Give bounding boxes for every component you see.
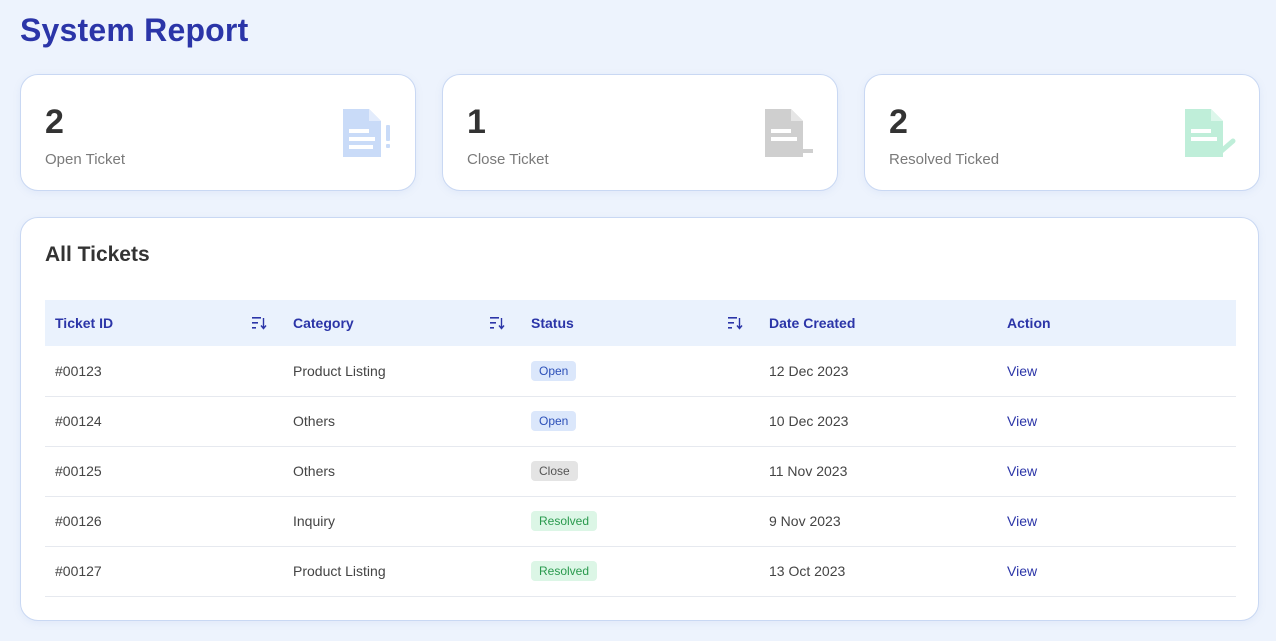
all-tickets-title: All Tickets xyxy=(45,243,150,266)
table-row: #00125 Others Close 11 Nov 2023 View xyxy=(45,446,1236,496)
close-ticket-label: Close Ticket xyxy=(467,151,549,168)
resolved-ticket-card: 2 Resolved Ticked xyxy=(864,74,1260,191)
column-label: Ticket ID xyxy=(55,315,114,331)
ticket-date: 11 Nov 2023 xyxy=(769,463,848,479)
ticket-id: #00127 xyxy=(55,563,102,579)
ticket-id: #00123 xyxy=(55,362,102,379)
ticket-category: Product Listing xyxy=(293,362,386,379)
column-label: Status xyxy=(531,315,574,331)
status-badge: Resolved xyxy=(531,561,598,581)
ticket-id: #00125 xyxy=(55,463,102,479)
resolved-ticket-count: 2 xyxy=(889,103,908,141)
close-ticket-count: 1 xyxy=(467,103,486,141)
document-alert-icon xyxy=(343,109,390,157)
table-row: #00123 Product Listing Open 12 Dec 2023 … xyxy=(45,346,1236,396)
sort-icon[interactable] xyxy=(251,315,267,331)
tickets-table: Ticket ID Category Status Date Created A… xyxy=(45,300,1236,597)
table-row: #00124 Others Open 10 Dec 2023 View xyxy=(45,396,1236,446)
ticket-date: 10 Dec 2023 xyxy=(769,413,849,429)
ticket-category: Inquiry xyxy=(293,513,336,529)
table-row: #00127 Product Listing Resolved 13 Oct 2… xyxy=(45,546,1236,596)
ticket-category: Others xyxy=(293,413,336,429)
view-link[interactable]: View xyxy=(1007,513,1037,529)
ticket-category: Product Listing xyxy=(293,563,386,579)
ticket-id: #00126 xyxy=(55,513,102,529)
view-link[interactable]: View xyxy=(1007,363,1037,379)
ticket-date: 9 Nov 2023 xyxy=(769,513,841,529)
view-link[interactable]: View xyxy=(1007,413,1037,429)
ticket-category: Others xyxy=(293,463,336,479)
column-header-status[interactable]: Status xyxy=(521,300,759,346)
ticket-date: 13 Oct 2023 xyxy=(769,563,846,579)
view-link[interactable]: View xyxy=(1007,463,1037,479)
column-header-date-created: Date Created xyxy=(759,300,997,346)
document-remove-icon xyxy=(765,109,813,157)
status-badge: Close xyxy=(531,461,578,481)
ticket-date: 12 Dec 2023 xyxy=(769,362,849,379)
table-header-row: Ticket ID Category Status Date Created A… xyxy=(45,300,1236,346)
view-link[interactable]: View xyxy=(1007,563,1037,579)
column-header-category[interactable]: Category xyxy=(283,300,521,346)
document-check-icon xyxy=(1185,109,1236,157)
status-badge: Open xyxy=(531,411,577,431)
resolved-ticket-label: Resolved Ticked xyxy=(889,151,1000,168)
table-row: #00126 Inquiry Resolved 9 Nov 2023 View xyxy=(45,496,1236,546)
page-title: System Report xyxy=(20,12,249,48)
sort-icon[interactable] xyxy=(489,315,505,331)
column-label: Date Created xyxy=(769,315,856,331)
all-tickets-panel: All Tickets Ticket ID Category Status Da… xyxy=(20,217,1259,621)
open-ticket-card: 2 Open Ticket xyxy=(20,74,416,191)
column-header-action: Action xyxy=(997,300,1236,346)
status-badge: Open xyxy=(531,360,577,381)
column-label: Action xyxy=(1007,315,1051,331)
column-header-ticket-id[interactable]: Ticket ID xyxy=(45,300,283,346)
sort-icon[interactable] xyxy=(727,315,743,331)
open-ticket-label: Open Ticket xyxy=(45,151,126,168)
status-badge: Resolved xyxy=(531,511,598,531)
ticket-id: #00124 xyxy=(55,413,102,429)
column-label: Category xyxy=(293,315,354,331)
open-ticket-count: 2 xyxy=(45,103,64,141)
close-ticket-card: 1 Close Ticket xyxy=(442,74,838,191)
